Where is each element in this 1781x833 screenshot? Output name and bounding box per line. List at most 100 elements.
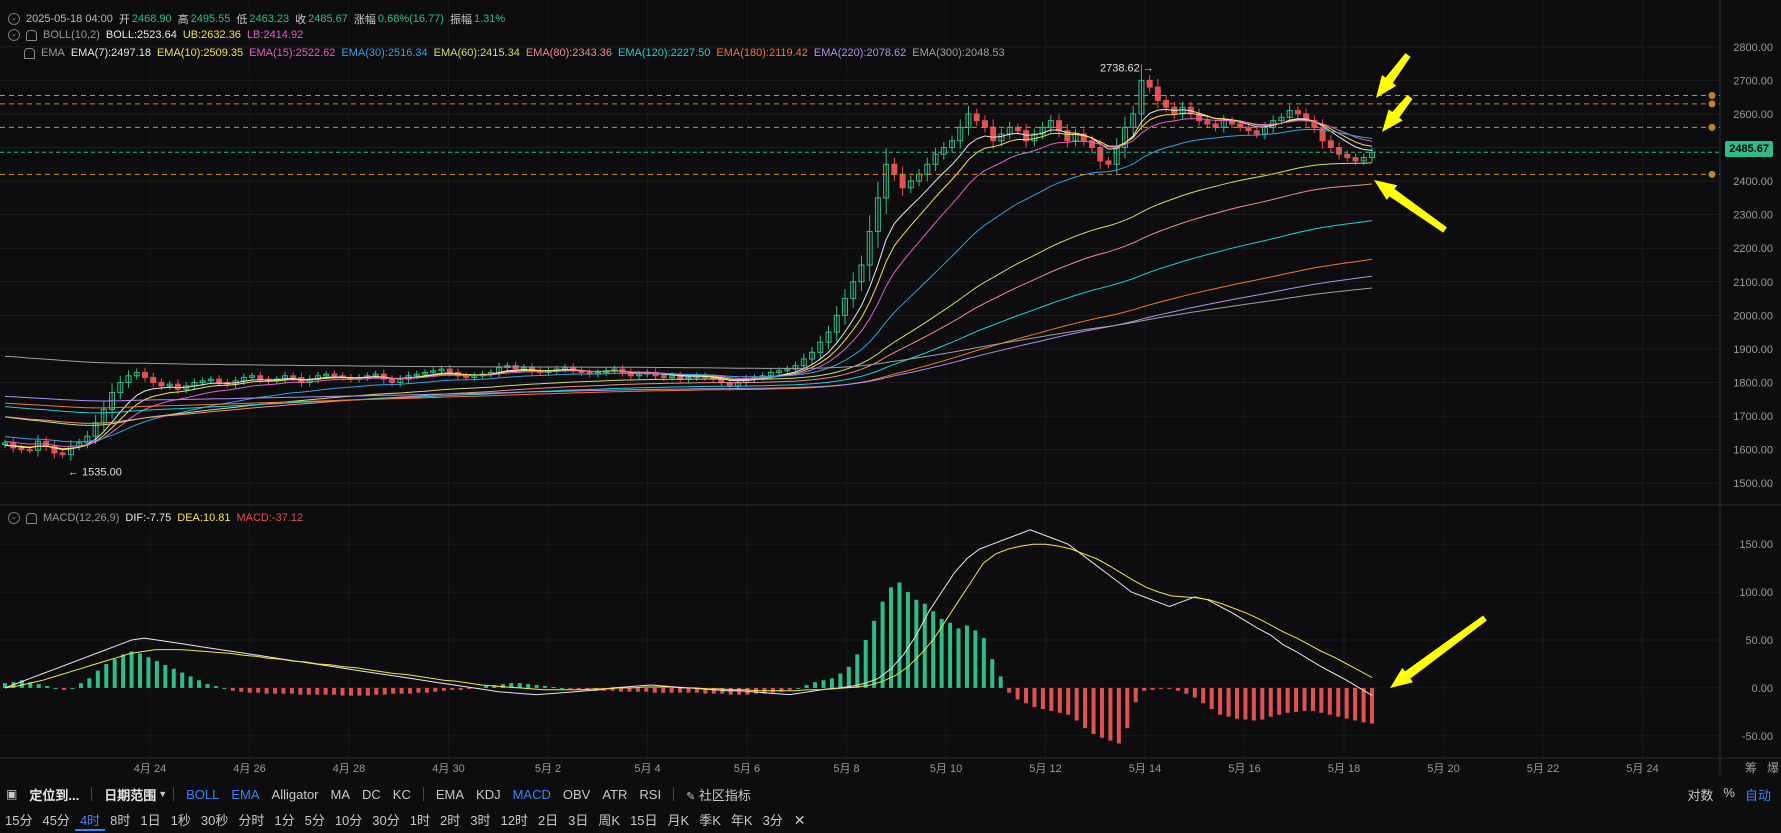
timeframe-15[interactable]: 12时	[495, 810, 532, 831]
sub-indicator-1[interactable]: KDJ	[470, 787, 507, 802]
sub-indicator-5[interactable]: RSI	[633, 787, 667, 802]
macd-bar	[872, 620, 877, 688]
macd-bar	[1125, 687, 1130, 729]
alert-bell-icon[interactable]	[24, 47, 35, 59]
candle-body	[1097, 147, 1104, 162]
macd-bar	[1319, 687, 1324, 713]
macd-bar	[1344, 687, 1349, 719]
timeframe-13[interactable]: 2时	[435, 810, 465, 831]
close-icon[interactable]: ✕	[788, 812, 812, 829]
scale-option-0[interactable]: 对数	[1687, 785, 1713, 804]
macd-bar	[796, 687, 801, 689]
timeframe-18[interactable]: 周K	[593, 810, 625, 831]
timeframe-11[interactable]: 30分	[367, 810, 404, 831]
alert-bell-icon[interactable]	[26, 29, 37, 41]
axis-corner-icon[interactable]: 爆	[1767, 761, 1779, 775]
timeframe-1[interactable]: 45分	[37, 810, 74, 831]
timeframe-17[interactable]: 3日	[563, 810, 593, 831]
collapse-icon[interactable]: ⌄	[8, 29, 20, 41]
chevron-down-icon[interactable]: ▼	[158, 789, 167, 799]
sub-indicator-3[interactable]: OBV	[557, 787, 596, 802]
macd-tick: 50.00	[1745, 635, 1773, 647]
candle-body	[1344, 153, 1351, 159]
date-tick: 5月 10	[930, 763, 962, 775]
main-indicator-4[interactable]: DC	[356, 787, 387, 802]
timeframe-21[interactable]: 季K	[694, 810, 726, 831]
chart-canvas[interactable]: 2800.002700.002600.002500.002400.002300.…	[0, 0, 1781, 780]
locate-button[interactable]: 定位到...	[23, 785, 85, 804]
sub-indicator-0[interactable]: EMA	[430, 787, 470, 802]
timeframe-5[interactable]: 1秒	[166, 810, 196, 831]
timeframe-9[interactable]: 5分	[300, 810, 330, 831]
timeframe-20[interactable]: 月K	[663, 810, 695, 831]
macd-bar	[1083, 687, 1088, 729]
level-marker[interactable]	[1708, 100, 1716, 108]
ema-value-2: EMA(15):2522.62	[249, 47, 336, 59]
timeframe-2[interactable]: 4时	[74, 810, 106, 831]
macd-bar	[408, 687, 413, 694]
scale-option-1[interactable]: %	[1723, 785, 1735, 804]
community-indicator-button[interactable]: ✎ 社区指标	[680, 785, 757, 804]
macd-bar	[1268, 687, 1273, 717]
chart-area[interactable]: 2800.002700.002600.002500.002400.002300.…	[0, 0, 1781, 780]
ema-value-1: EMA(10):2509.35	[156, 47, 244, 59]
level-marker[interactable]	[1708, 170, 1716, 178]
macd-bar	[365, 687, 370, 696]
ema-line-3	[4, 128, 1373, 443]
yellow-arrow-annotation	[1374, 180, 1447, 233]
macd-bar	[154, 661, 159, 688]
macd-bar	[264, 687, 269, 694]
collapse-icon[interactable]: ⌄	[8, 13, 20, 25]
timeframe-16[interactable]: 2日	[533, 810, 563, 831]
sub-indicator-2[interactable]: MACD	[507, 787, 557, 802]
macd-bar	[239, 687, 244, 692]
macd-bar	[914, 599, 919, 688]
scale-option-2[interactable]: 自动	[1745, 785, 1771, 804]
timeframe-6[interactable]: 30秒	[196, 810, 233, 831]
price-tick: 1600.00	[1733, 445, 1773, 457]
macd-bar	[618, 687, 623, 692]
macd-bar	[1327, 687, 1332, 715]
timeframe-4[interactable]: 1日	[135, 810, 165, 831]
layout-icon[interactable]: ▣	[0, 787, 23, 801]
level-marker[interactable]	[1708, 91, 1716, 99]
level-marker[interactable]	[1708, 123, 1716, 131]
main-indicator-5[interactable]: KC	[387, 787, 417, 802]
macd-bar	[45, 686, 50, 688]
macd-bar	[180, 672, 185, 688]
macd-bar	[517, 683, 522, 688]
axis-corner-icon[interactable]: 筹	[1745, 761, 1757, 775]
main-indicator-2[interactable]: Alligator	[266, 787, 325, 802]
macd-info-row: ⌄ MACD(12,26,9) DIF:-7.75 DEA:10.81 MACD…	[8, 512, 303, 524]
ema-line-5	[4, 183, 1373, 424]
timeframe-22[interactable]: 年K	[726, 810, 758, 831]
timeframe-3[interactable]: 8时	[105, 810, 135, 831]
timeframe-23[interactable]: 3分	[758, 810, 788, 831]
macd-bar	[1370, 687, 1374, 724]
date-range-button[interactable]: 日期范围	[98, 785, 162, 804]
macd-bar	[1260, 687, 1265, 720]
main-indicator-1[interactable]: EMA	[225, 787, 265, 802]
timeframe-12[interactable]: 1时	[405, 810, 435, 831]
collapse-icon[interactable]: ⌄	[8, 512, 20, 524]
timeframe-10[interactable]: 10分	[330, 810, 367, 831]
yellow-arrow-annotation	[1376, 53, 1411, 98]
macd-bar	[382, 687, 387, 695]
sub-indicator-4[interactable]: ATR	[596, 787, 633, 802]
macd-bar	[205, 684, 210, 688]
main-indicator-0[interactable]: BOLL	[180, 787, 225, 802]
date-tick: 4月 30	[432, 763, 464, 775]
timeframe-8[interactable]: 1分	[269, 810, 299, 831]
candle-body	[389, 378, 396, 383]
macd-tick: 0.00	[1752, 683, 1773, 695]
current-price-tag: 2485.67	[1725, 141, 1773, 157]
timeframe-19[interactable]: 15日	[625, 810, 662, 831]
timeframe-7[interactable]: 分时	[233, 810, 269, 831]
macd-bar	[1361, 687, 1366, 723]
ohlc-info-row: ⌄ 2025-05-18 04:00 开 2468.90 高 2495.55 低 24…	[8, 11, 505, 27]
macd-bar	[652, 687, 657, 693]
timeframe-14[interactable]: 3时	[465, 810, 495, 831]
timeframe-0[interactable]: 15分	[0, 810, 37, 831]
main-indicator-3[interactable]: MA	[325, 787, 357, 802]
alert-bell-icon[interactable]	[26, 512, 37, 524]
